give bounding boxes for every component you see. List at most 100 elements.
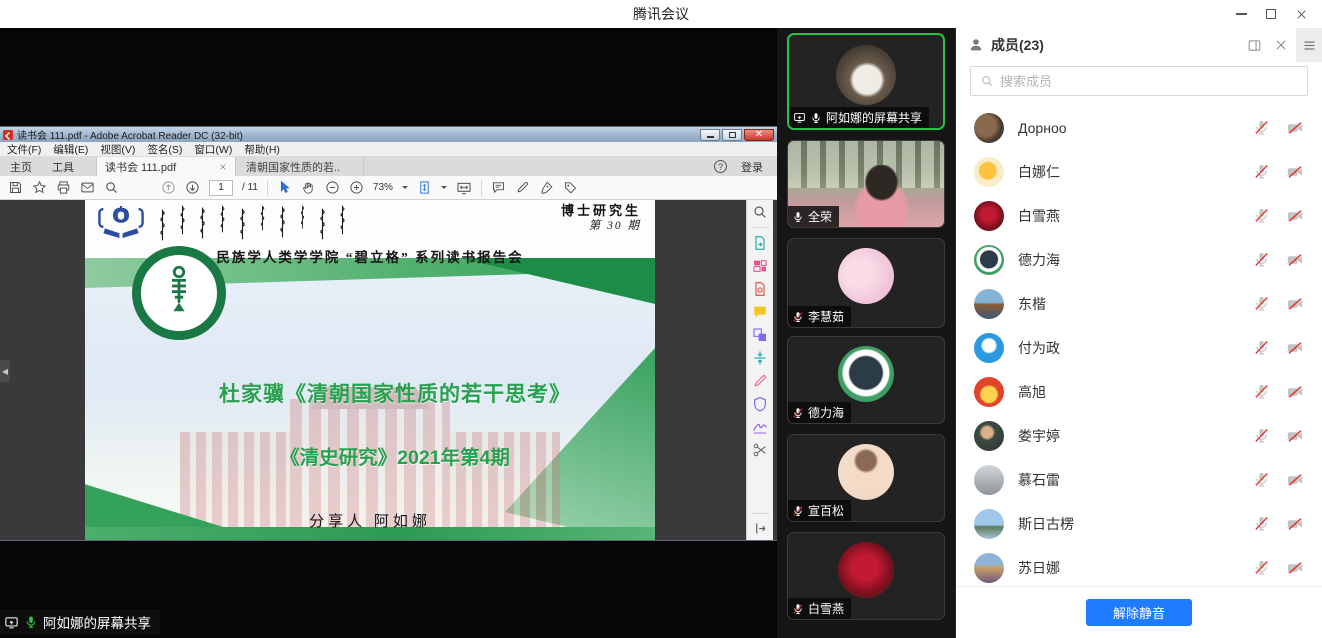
- member-row[interactable]: Дорноо: [956, 106, 1322, 150]
- tab-tools[interactable]: 工具: [42, 157, 84, 176]
- close-panel-icon[interactable]: [1274, 38, 1288, 52]
- panel-collapse-arrow[interactable]: ◀: [0, 360, 10, 382]
- protect-pdf-icon[interactable]: [752, 396, 768, 412]
- camera-off-icon[interactable]: [1286, 339, 1304, 357]
- member-row[interactable]: 东楷: [956, 282, 1322, 326]
- member-row[interactable]: 斯日古楞: [956, 502, 1322, 546]
- next-page-icon[interactable]: [185, 180, 200, 195]
- popout-panel-icon[interactable]: [1247, 38, 1262, 53]
- chevron-down-icon[interactable]: [441, 186, 447, 192]
- video-thumbnail[interactable]: 德力海: [787, 336, 945, 424]
- previous-page-icon[interactable]: [161, 180, 176, 195]
- acrobat-maximize-button[interactable]: [722, 129, 742, 141]
- help-icon[interactable]: ?: [714, 160, 727, 173]
- comment-tool-icon[interactable]: [752, 304, 768, 320]
- zoom-out-icon[interactable]: [325, 180, 340, 195]
- email-icon[interactable]: [80, 180, 95, 195]
- comment-icon[interactable]: [491, 180, 506, 195]
- signature-icon[interactable]: [752, 419, 768, 435]
- print-icon[interactable]: [56, 180, 71, 195]
- fill-sign-icon[interactable]: [752, 373, 768, 389]
- close-button[interactable]: [1286, 0, 1316, 28]
- search-input[interactable]: [1000, 74, 1298, 89]
- compress-pdf-icon[interactable]: [752, 350, 768, 366]
- edit-tools-icon[interactable]: [752, 442, 768, 458]
- menu-window[interactable]: 窗口(W): [194, 142, 232, 157]
- expand-panel-icon[interactable]: [753, 521, 768, 536]
- camera-off-icon[interactable]: [1286, 163, 1304, 181]
- video-thumbnail[interactable]: 宣百松: [787, 434, 945, 522]
- hand-tool-icon[interactable]: [301, 180, 316, 195]
- stamp-icon[interactable]: [563, 180, 578, 195]
- favorite-star-icon[interactable]: [32, 180, 47, 195]
- member-row[interactable]: 娄宇婷: [956, 414, 1322, 458]
- member-row[interactable]: 苏日娜: [956, 546, 1322, 586]
- mic-muted-icon[interactable]: [1253, 339, 1270, 356]
- menu-view[interactable]: 视图(V): [100, 142, 135, 157]
- menu-sign[interactable]: 签名(S): [147, 142, 182, 157]
- export-pdf-icon[interactable]: [752, 235, 768, 251]
- member-name: 白雪燕: [1018, 206, 1253, 226]
- camera-off-icon[interactable]: [1286, 207, 1304, 225]
- mic-muted-icon[interactable]: [1253, 119, 1270, 136]
- acrobat-titlebar[interactable]: 读书会 111.pdf - Adobe Acrobat Reader DC (3…: [0, 127, 777, 142]
- camera-off-icon[interactable]: [1286, 295, 1304, 313]
- tab-document-active[interactable]: 读书会 111.pdf: [96, 157, 236, 176]
- fit-width-icon[interactable]: [456, 180, 472, 196]
- video-thumbnail[interactable]: 李慧茹: [787, 238, 945, 328]
- highlight-pen-icon[interactable]: [515, 180, 530, 195]
- acrobat-minimize-button[interactable]: [700, 129, 720, 141]
- create-pdf-icon[interactable]: [752, 281, 768, 297]
- tab-close-icon[interactable]: [219, 163, 227, 171]
- find-icon[interactable]: [104, 180, 119, 195]
- page-scrolling-icon[interactable]: [417, 180, 432, 195]
- video-thumbnail-active-speaker[interactable]: 阿如娜的屏幕共享: [787, 33, 945, 130]
- mic-muted-icon: [792, 603, 804, 615]
- camera-off-icon[interactable]: [1286, 119, 1304, 137]
- organize-pages-icon[interactable]: [752, 258, 768, 274]
- member-row[interactable]: 付为政: [956, 326, 1322, 370]
- camera-off-icon[interactable]: [1286, 383, 1304, 401]
- tab-document-inactive[interactable]: 清朝国家性质的若..: [236, 157, 364, 176]
- minimize-button[interactable]: [1226, 0, 1256, 28]
- menu-file[interactable]: 文件(F): [7, 142, 41, 157]
- zoom-level-select[interactable]: 73%: [373, 182, 393, 193]
- select-tool-icon[interactable]: [277, 180, 292, 195]
- combine-files-icon[interactable]: [752, 327, 768, 343]
- camera-off-icon[interactable]: [1286, 515, 1304, 533]
- maximize-button[interactable]: [1256, 0, 1286, 28]
- tab-home[interactable]: 主页: [0, 157, 42, 176]
- chevron-down-icon[interactable]: [402, 186, 408, 192]
- mic-muted-icon[interactable]: [1253, 427, 1270, 444]
- page-number-input[interactable]: 1: [209, 180, 233, 196]
- video-thumbnail[interactable]: 白雪燕: [787, 532, 945, 620]
- mic-muted-icon[interactable]: [1253, 207, 1270, 224]
- mic-muted-icon[interactable]: [1253, 163, 1270, 180]
- camera-off-icon[interactable]: [1286, 427, 1304, 445]
- menu-edit[interactable]: 编辑(E): [53, 142, 88, 157]
- camera-off-icon[interactable]: [1286, 471, 1304, 489]
- member-row[interactable]: 白娜仁: [956, 150, 1322, 194]
- mic-muted-icon[interactable]: [1253, 559, 1270, 576]
- member-row[interactable]: 德力海: [956, 238, 1322, 282]
- mic-muted-icon[interactable]: [1253, 295, 1270, 312]
- sign-icon[interactable]: [539, 180, 554, 195]
- camera-off-icon[interactable]: [1286, 251, 1304, 269]
- unmute-button[interactable]: 解除静音: [1086, 599, 1192, 626]
- member-row[interactable]: 高旭: [956, 370, 1322, 414]
- mic-muted-icon[interactable]: [1253, 471, 1270, 488]
- mic-muted-icon[interactable]: [1253, 383, 1270, 400]
- zoom-in-icon[interactable]: [349, 180, 364, 195]
- save-icon[interactable]: [8, 180, 23, 195]
- acrobat-close-button[interactable]: ✕: [744, 129, 774, 141]
- signin-button[interactable]: 登录: [741, 159, 777, 175]
- menu-help[interactable]: 帮助(H): [244, 142, 280, 157]
- video-thumbnail[interactable]: 全荣: [787, 140, 945, 228]
- camera-off-icon[interactable]: [1286, 559, 1304, 577]
- member-row[interactable]: 慕石雷: [956, 458, 1322, 502]
- panel-menu-icon[interactable]: [1296, 28, 1322, 62]
- mic-muted-icon[interactable]: [1253, 251, 1270, 268]
- member-row[interactable]: 白雪燕: [956, 194, 1322, 238]
- search-tool-icon[interactable]: [752, 204, 768, 220]
- mic-muted-icon[interactable]: [1253, 515, 1270, 532]
